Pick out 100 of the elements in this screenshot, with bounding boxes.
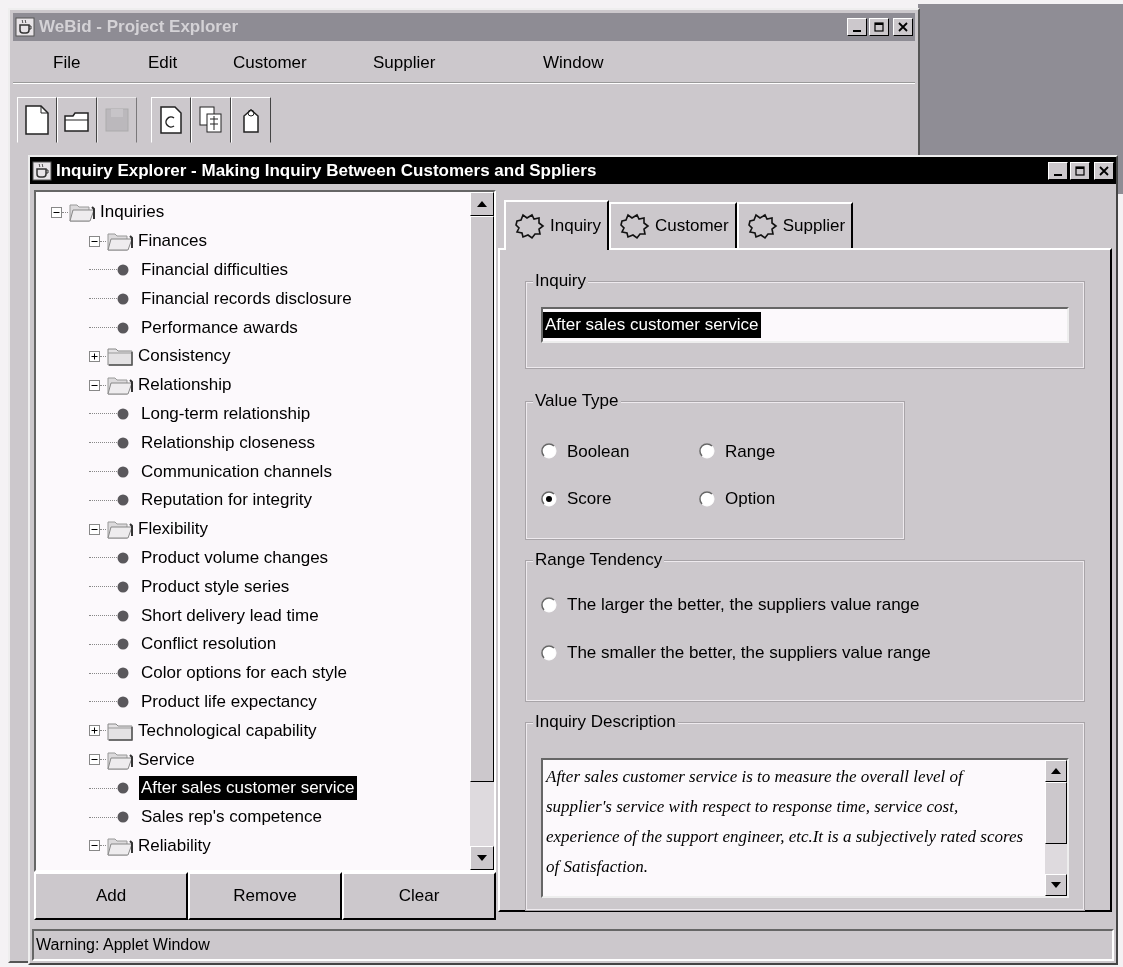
menu-item[interactable]: Customer <box>233 49 373 76</box>
scroll-up-button[interactable] <box>470 192 494 216</box>
scroll-down-button[interactable] <box>470 846 494 870</box>
menu-item[interactable]: Window <box>543 49 643 76</box>
scroll-up-button[interactable] <box>1045 759 1067 782</box>
radio-option[interactable]: Option <box>699 486 889 512</box>
scrollbar[interactable] <box>1045 759 1067 896</box>
down-arrow-icon <box>1051 881 1061 888</box>
action-button[interactable]: Clear <box>342 872 496 920</box>
tree-item[interactable]: After sales customer service <box>139 776 357 801</box>
tree-item[interactable]: Sales rep's competence <box>139 805 324 830</box>
starburst-icon <box>512 211 546 241</box>
maximize-button[interactable] <box>1070 161 1090 180</box>
radio-button[interactable] <box>541 490 557 507</box>
tree-folder[interactable]: Consistency <box>138 344 231 369</box>
tree-folder[interactable]: Technological capability <box>138 718 317 743</box>
tree-folder[interactable]: Flexibility <box>138 517 208 542</box>
bullet-icon <box>117 638 129 651</box>
tree-item[interactable]: Relationship closeness <box>139 430 317 455</box>
tree-folder[interactable]: Reliability <box>138 833 211 858</box>
tree-item[interactable]: Product life expectancy <box>139 689 319 714</box>
description-area[interactable] <box>541 757 1069 898</box>
tree-item[interactable]: Financial records disclosure <box>139 286 354 311</box>
radio-button[interactable] <box>541 597 557 613</box>
collapse-toggle-icon[interactable] <box>89 235 100 247</box>
close-button[interactable] <box>1094 161 1114 180</box>
minimize-button[interactable] <box>1048 161 1068 180</box>
tree-folder[interactable]: Relationship <box>138 373 232 398</box>
radio-option[interactable]: Score <box>541 486 699 512</box>
scroll-down-button[interactable] <box>1045 873 1067 896</box>
cup-icon <box>32 160 52 181</box>
tree-folder[interactable]: Inquiries <box>100 200 165 225</box>
close-icon <box>898 22 908 32</box>
tree-folder[interactable]: Service <box>138 747 195 772</box>
menu-item[interactable]: Edit <box>148 49 233 76</box>
maximize-icon <box>1075 165 1085 176</box>
tree-item[interactable]: Performance awards <box>139 315 300 340</box>
tree-item[interactable]: Short delivery lead time <box>139 603 321 628</box>
toolbar-button[interactable] <box>57 97 97 143</box>
radio-button[interactable] <box>699 443 715 460</box>
radio-button[interactable] <box>699 490 715 507</box>
close-button[interactable] <box>893 18 913 36</box>
tab[interactable]: Customer <box>609 202 737 248</box>
toolbar-button[interactable] <box>231 97 271 143</box>
bullet-icon <box>117 695 129 708</box>
close-icon <box>1099 165 1109 176</box>
inquiry-field[interactable]: After sales customer service <box>541 307 1069 343</box>
menu-item[interactable]: File <box>53 49 148 76</box>
expand-toggle-icon[interactable] <box>89 350 100 362</box>
radio-option[interactable]: The smaller the better, the suppliers value range <box>541 639 1069 666</box>
tab[interactable]: Inquiry <box>504 200 610 250</box>
radio-button[interactable] <box>541 443 557 460</box>
tree-item[interactable]: Reputation for integrity <box>139 488 315 513</box>
blank-page-icon <box>23 104 51 136</box>
tab[interactable]: Supplier <box>736 202 854 248</box>
bullet-icon <box>117 667 129 680</box>
tree-item[interactable]: Financial difficulties <box>139 258 291 282</box>
bullet-icon <box>117 264 129 276</box>
tree-item[interactable]: Long-term relationship <box>139 401 313 426</box>
action-button[interactable]: Add <box>34 872 188 920</box>
scroll-thumb[interactable] <box>1045 781 1067 844</box>
scroll-thumb[interactable] <box>470 216 494 782</box>
bullet-icon <box>117 292 129 305</box>
toolbar-button[interactable] <box>151 97 191 143</box>
radio-option[interactable]: Boolean <box>541 438 699 465</box>
bullet-icon <box>117 494 129 507</box>
tree-item[interactable]: Communication channels <box>139 459 334 484</box>
toolbar-button[interactable] <box>17 97 57 143</box>
bullet-icon <box>117 436 129 449</box>
action-button[interactable]: Remove <box>188 872 342 920</box>
bullet-icon <box>117 782 129 795</box>
field-value: After sales customer service <box>543 312 761 338</box>
radio-option[interactable]: Range <box>699 438 889 465</box>
tree-item[interactable]: Product style series <box>139 574 292 599</box>
maximize-button[interactable] <box>869 18 889 36</box>
radio-button[interactable] <box>541 644 557 661</box>
bullet-icon <box>117 321 129 334</box>
collapse-toggle-icon[interactable] <box>51 206 62 218</box>
minimize-button[interactable] <box>847 18 867 36</box>
tree-item[interactable]: Color options for each style <box>139 661 349 686</box>
menu-item[interactable]: Supplier <box>373 49 543 76</box>
maximize-icon <box>874 22 884 32</box>
copy-pages-icon <box>197 104 225 136</box>
toolbar-button[interactable] <box>191 97 231 143</box>
cup-icon <box>15 17 35 37</box>
window-title: Inquiry Explorer - Making Inquiry Between Customers and Sppliers <box>56 159 597 182</box>
radio-option[interactable]: The larger the better, the suppliers value range <box>541 592 1069 618</box>
tree-item[interactable]: Product volume changes <box>139 545 331 570</box>
collapse-toggle-icon[interactable] <box>89 754 100 766</box>
collapse-toggle-icon[interactable] <box>89 379 100 391</box>
tree-folder[interactable]: Finances <box>138 229 207 254</box>
bullet-icon <box>117 811 129 824</box>
collapse-toggle-icon[interactable] <box>89 840 100 852</box>
starburst-icon <box>617 211 652 241</box>
scrollbar[interactable] <box>470 192 494 870</box>
tree-item[interactable]: Conflict resolution <box>139 632 279 657</box>
expand-toggle-icon[interactable] <box>89 725 100 737</box>
bullet-icon <box>117 407 129 420</box>
minimize-icon <box>853 30 861 32</box>
collapse-toggle-icon[interactable] <box>89 523 100 535</box>
